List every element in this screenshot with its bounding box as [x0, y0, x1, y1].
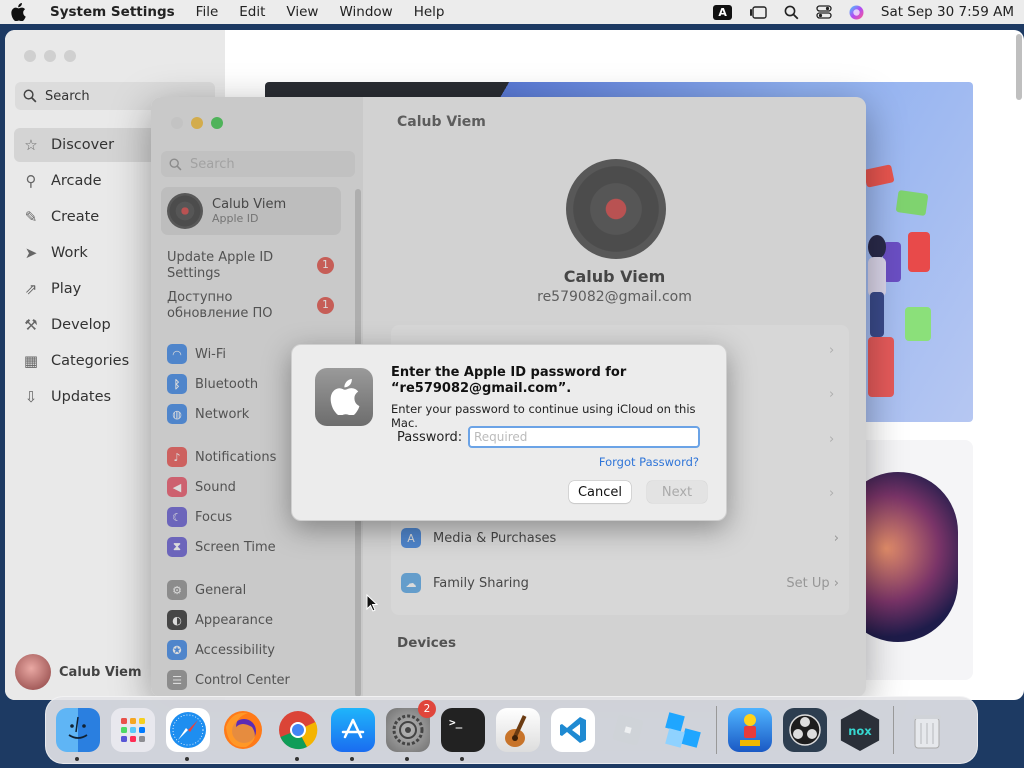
roblox-studio-icon[interactable]: [661, 708, 705, 752]
next-button[interactable]: Next: [647, 481, 707, 503]
menu-bar: System Settings File Edit View Window He…: [0, 0, 1024, 24]
avatar: [15, 654, 51, 690]
garageband-icon[interactable]: [496, 708, 540, 752]
apple-logo-icon: [315, 368, 373, 426]
star-icon: ☆: [24, 136, 38, 154]
nav-label: Categories: [51, 353, 130, 369]
nav-label: Discover: [51, 137, 115, 153]
system-settings-icon[interactable]: 2: [386, 700, 436, 761]
app-store-window-controls: [24, 50, 76, 62]
app-store-scrollbar[interactable]: [1016, 34, 1022, 100]
nav-label: Create: [51, 209, 100, 225]
forgot-password-link[interactable]: Forgot Password?: [599, 455, 699, 469]
dock: 2 >_ nox: [45, 696, 978, 764]
nav-label: Play: [51, 281, 82, 297]
dock-separator: [893, 706, 894, 754]
menu-clock[interactable]: Sat Sep 30 7:59 AM: [881, 4, 1014, 20]
app-store-search-placeholder: Search: [45, 88, 90, 104]
running-indicator: [295, 757, 299, 761]
svg-text:nox: nox: [848, 724, 872, 738]
nav-label: Updates: [51, 389, 112, 405]
hammer-icon: ⚒: [24, 316, 38, 334]
search-icon: [23, 89, 37, 103]
rocket-icon: ⇗: [24, 280, 38, 298]
stage-manager-icon[interactable]: [749, 5, 767, 19]
mouse-cursor-icon: [366, 594, 378, 612]
safari-icon[interactable]: [166, 708, 210, 761]
app-store-user-name: Calub Viem: [59, 664, 142, 680]
dialog-title: Enter the Apple ID password for “re57908…: [391, 365, 627, 396]
app-store-user[interactable]: Calub Viem: [15, 654, 142, 690]
menu-help[interactable]: Help: [414, 4, 445, 20]
chrome-icon[interactable]: [276, 708, 320, 761]
running-indicator: [75, 757, 79, 761]
subway-surfers-icon[interactable]: [728, 708, 772, 752]
running-indicator: [350, 757, 354, 761]
settings-dock-badge: 2: [418, 700, 436, 718]
obs-icon[interactable]: [783, 708, 827, 752]
dock-separator: [716, 706, 717, 754]
password-label: Password:: [397, 430, 463, 445]
menu-file[interactable]: File: [196, 4, 219, 20]
spotlight-icon[interactable]: [784, 5, 799, 20]
vscode-icon[interactable]: [551, 708, 595, 752]
menu-window[interactable]: Window: [339, 4, 392, 20]
trash-icon[interactable]: [905, 708, 949, 752]
firefox-icon[interactable]: [221, 708, 265, 752]
apple-id-password-dialog: Enter the Apple ID password for “re57908…: [291, 344, 727, 521]
siri-icon[interactable]: [849, 5, 864, 20]
menu-edit[interactable]: Edit: [239, 4, 265, 20]
nav-label: Arcade: [51, 173, 102, 189]
nox-icon[interactable]: nox: [838, 708, 882, 752]
input-source-icon[interactable]: A: [713, 4, 732, 20]
input-source-label: A: [713, 4, 732, 20]
brush-icon: ✎: [24, 208, 38, 226]
terminal-icon[interactable]: >_: [441, 708, 485, 761]
grid-icon: ▦: [23, 352, 39, 370]
paperplane-icon: ➤: [24, 244, 38, 262]
running-indicator: [405, 757, 409, 761]
password-field[interactable]: [468, 426, 700, 448]
roblox-icon[interactable]: [606, 708, 650, 752]
launchpad-icon[interactable]: [111, 708, 155, 752]
running-indicator: [185, 757, 189, 761]
nav-label: Develop: [51, 317, 111, 333]
control-center-icon[interactable]: [816, 5, 832, 19]
nav-label: Work: [51, 245, 88, 261]
close-button[interactable]: [24, 50, 36, 62]
running-indicator: [460, 757, 464, 761]
finder-icon[interactable]: [56, 708, 100, 761]
terminal-prompt-glyph: >_: [449, 716, 463, 729]
apple-menu-icon[interactable]: [10, 2, 36, 22]
joystick-icon: ⚲: [25, 172, 37, 190]
cancel-button[interactable]: Cancel: [569, 481, 631, 503]
app-store-icon[interactable]: [331, 708, 375, 761]
menu-app-name[interactable]: System Settings: [50, 4, 175, 20]
menu-view[interactable]: View: [286, 4, 318, 20]
zoom-button[interactable]: [64, 50, 76, 62]
download-icon: ⇩: [24, 388, 38, 406]
minimize-button[interactable]: [44, 50, 56, 62]
